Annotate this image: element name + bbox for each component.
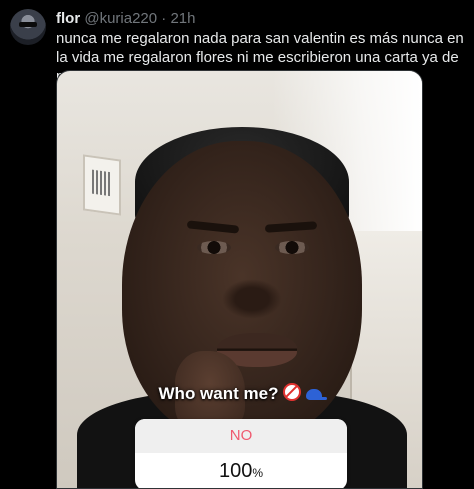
poll-result-value: 100 bbox=[218, 460, 253, 482]
tweet-media[interactable]: Who want me? NO 100% bbox=[56, 70, 423, 489]
poll-result-unit: % bbox=[252, 466, 264, 480]
author-name[interactable]: flor bbox=[56, 10, 80, 27]
prohibited-icon bbox=[283, 383, 302, 401]
story-caption: Who want me? bbox=[57, 383, 422, 404]
poll-option-label: NO bbox=[135, 419, 347, 453]
nose bbox=[222, 279, 282, 319]
poll-sticker: NO 100% bbox=[135, 419, 347, 488]
blue-cap-icon bbox=[306, 389, 328, 400]
tweet-time[interactable]: 21h bbox=[170, 10, 195, 27]
poll-result: 100% bbox=[135, 453, 347, 488]
right-eye bbox=[275, 241, 309, 254]
tweet-header: flor @kuria220 · 21h bbox=[56, 10, 196, 28]
caption-text: Who want me? bbox=[158, 384, 279, 403]
wall-vent bbox=[83, 154, 121, 216]
separator-dot: · bbox=[161, 10, 167, 27]
avatar[interactable] bbox=[10, 9, 46, 45]
left-eye bbox=[197, 241, 231, 254]
author-handle[interactable]: @kuria220 bbox=[84, 10, 157, 27]
